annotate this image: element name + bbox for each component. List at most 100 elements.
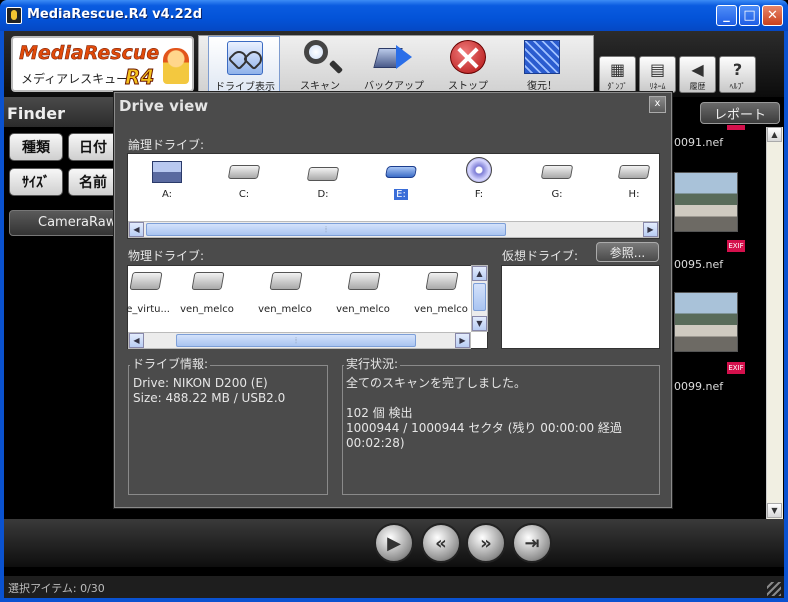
- scan-button[interactable]: スキャン: [284, 36, 356, 94]
- physical-drive-item[interactable]: ven_melco: [402, 268, 480, 318]
- dump-button[interactable]: ▦ ﾀﾞﾝﾌﾟ: [599, 56, 636, 93]
- hard-drive-icon: [269, 272, 303, 290]
- rename-icon: ▤: [649, 60, 666, 79]
- drive-info-size: Size: 488.22 MB / USB2.0: [133, 391, 286, 405]
- physical-vscroll[interactable]: ▲ ▼: [471, 265, 488, 332]
- stop-button[interactable]: ストップ: [432, 36, 504, 94]
- hard-drive-icon: [227, 165, 261, 179]
- help-button[interactable]: ? ﾍﾙﾌﾟ: [719, 56, 756, 93]
- hard-drive-icon: [617, 165, 651, 179]
- status-title: 実行状況:: [344, 357, 401, 372]
- dvd-drive-icon: [466, 157, 492, 183]
- app-icon[interactable]: [6, 7, 22, 24]
- backup-icon: [376, 40, 412, 74]
- history-button[interactable]: ◀ 履歴: [679, 56, 716, 93]
- status-bar: 選択アイテム: 0/30: [4, 576, 784, 598]
- play-button[interactable]: ▶: [374, 523, 414, 563]
- drive-letter-selected: E:: [394, 189, 408, 200]
- report-button[interactable]: レポート: [700, 102, 780, 124]
- logo-r4: R4: [124, 65, 155, 90]
- finder-title: Finder: [7, 104, 65, 123]
- sort-date-button[interactable]: 日付: [68, 133, 118, 161]
- hard-drive-icon: [347, 272, 381, 290]
- drive-c[interactable]: C:: [216, 157, 272, 207]
- backup-label: バックアップ: [364, 81, 424, 92]
- stop-label: ストップ: [448, 81, 488, 92]
- restore-icon: [524, 40, 560, 74]
- scroll-down-icon[interactable]: ▼: [472, 316, 487, 331]
- removable-drive-icon: [384, 166, 418, 178]
- file-name[interactable]: 0091.nef: [674, 136, 723, 149]
- drive-a[interactable]: A:: [139, 157, 195, 207]
- physical-drive-item[interactable]: ven_melco: [168, 268, 246, 318]
- rewind-button[interactable]: «: [421, 523, 461, 563]
- restore-button[interactable]: 復元！: [506, 36, 578, 94]
- dialog-close-button[interactable]: x: [649, 96, 666, 113]
- forward-button[interactable]: »: [466, 523, 506, 563]
- scroll-thumb[interactable]: [473, 283, 486, 311]
- thumbnail-image[interactable]: [674, 292, 738, 352]
- status-line: 00:02:28): [346, 436, 405, 450]
- cd-drive-icon: [306, 167, 340, 181]
- scroll-right-icon[interactable]: ▶: [455, 333, 470, 348]
- close-button[interactable]: ✕: [762, 5, 783, 26]
- minimize-button[interactable]: _: [716, 5, 737, 26]
- file-name[interactable]: 0095.nef: [674, 258, 723, 271]
- window-title: MediaRescue.R4 v4.22d: [27, 7, 203, 22]
- app-logo: MediaRescue メディアレスキュー R4: [11, 36, 194, 92]
- file-name[interactable]: 0099.nef: [674, 380, 723, 393]
- scroll-right-icon[interactable]: ▶: [643, 222, 658, 237]
- exif-badge: EXIF: [727, 240, 745, 252]
- scroll-left-icon[interactable]: ◀: [129, 333, 144, 348]
- drive-view-button[interactable]: ドライブ表示: [208, 36, 280, 94]
- status-line: 全てのスキャンを完了しました。: [346, 376, 527, 390]
- logical-hscroll[interactable]: ◀ ⦙ ▶: [128, 221, 659, 238]
- sort-size-button[interactable]: ｻｲｽﾞ: [9, 168, 63, 196]
- logo-title: MediaRescue: [19, 42, 160, 65]
- drive-info-name: Drive: NIKON D200 (E): [133, 376, 268, 390]
- sort-type-button[interactable]: 種類: [9, 133, 63, 161]
- physical-hscroll[interactable]: ◀ ⦙ ▶: [128, 332, 471, 349]
- physical-drive-label: ven_melco: [414, 304, 468, 315]
- rename-label: ﾘﾈｰﾑ: [649, 82, 666, 91]
- resize-grip-icon[interactable]: [767, 582, 781, 596]
- physical-drive-label: ven_melco: [258, 304, 312, 315]
- status-line: 102 個 検出: [346, 406, 413, 420]
- hard-drive-icon: [540, 165, 574, 179]
- virtual-drive-list[interactable]: [501, 265, 660, 349]
- drive-f[interactable]: F:: [451, 157, 507, 207]
- physical-drive-label: ven_melco: [180, 304, 234, 315]
- sort-name-button[interactable]: 名前: [68, 168, 118, 196]
- drive-h[interactable]: H:: [606, 157, 662, 207]
- hard-drive-icon: [191, 272, 225, 290]
- physical-drive-item[interactable]: ven_melco: [324, 268, 402, 318]
- dump-label: ﾀﾞﾝﾌﾟ: [607, 82, 628, 91]
- logical-drives-label: 論理ドライブ:: [128, 138, 205, 152]
- physical-drive-item[interactable]: ven_melco: [246, 268, 324, 318]
- browse-button[interactable]: 参照...: [596, 242, 659, 262]
- drive-letter: A:: [161, 189, 173, 200]
- save-button[interactable]: ⇥: [512, 523, 552, 563]
- thumbnail-image[interactable]: [674, 172, 738, 232]
- virtual-drive-label: 仮想ドライブ:: [502, 249, 579, 263]
- mascot-icon: [163, 48, 189, 84]
- logo-kana: メディアレスキュー: [21, 72, 129, 86]
- drive-g[interactable]: G:: [529, 157, 585, 207]
- scroll-left-icon[interactable]: ◀: [129, 222, 144, 237]
- backup-button[interactable]: バックアップ: [358, 36, 430, 94]
- scroll-up-icon[interactable]: ▲: [472, 266, 487, 281]
- exif-badge-partial: [727, 125, 745, 130]
- scroll-up-icon[interactable]: ▲: [767, 127, 782, 142]
- drive-e[interactable]: E:: [373, 157, 429, 207]
- hard-drive-icon: [129, 272, 163, 290]
- scan-label: スキャン: [300, 81, 340, 92]
- scroll-down-icon[interactable]: ▼: [767, 503, 782, 518]
- gallery-scrollbar[interactable]: [766, 127, 783, 519]
- maximize-button[interactable]: □: [739, 5, 760, 26]
- drive-letter: H:: [628, 189, 640, 200]
- rename-button[interactable]: ▤ ﾘﾈｰﾑ: [639, 56, 676, 93]
- dialog-title: Drive view: [119, 97, 209, 115]
- scroll-thumb[interactable]: ⦙: [176, 334, 416, 347]
- scroll-thumb[interactable]: ⦙: [146, 223, 506, 236]
- drive-d[interactable]: D:: [295, 157, 351, 207]
